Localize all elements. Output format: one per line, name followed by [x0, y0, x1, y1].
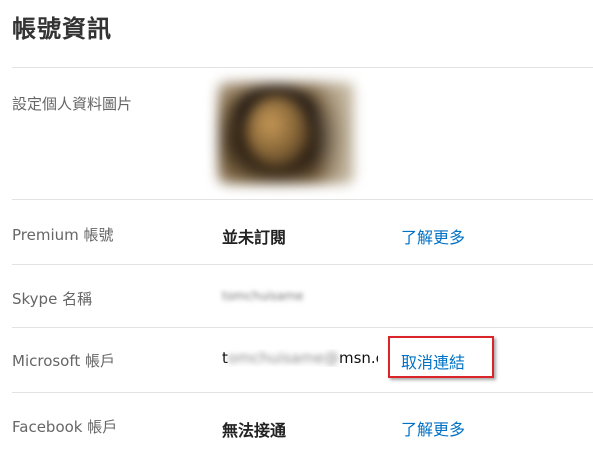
- email-blurred-part: omchuisame@: [227, 349, 339, 367]
- divider: [12, 67, 593, 68]
- facebook-learn-more-link[interactable]: 了解更多: [401, 416, 465, 440]
- page-title: 帳號資訊: [12, 15, 112, 43]
- divider: [12, 264, 593, 265]
- premium-account-label: Premium 帳號: [12, 226, 114, 244]
- divider: [12, 199, 593, 200]
- skype-name-value: tomchuisame: [222, 289, 304, 303]
- email-suffix: msn.co: [338, 349, 378, 367]
- skype-name-label: Skype 名稱: [12, 290, 93, 308]
- microsoft-account-email: tomchuisame@msn.co: [222, 349, 378, 367]
- microsoft-account-label: Microsoft 帳戶: [12, 352, 116, 370]
- facebook-account-label: Facebook 帳戶: [12, 418, 118, 436]
- premium-learn-more-link[interactable]: 了解更多: [401, 224, 465, 248]
- facebook-account-status: 無法接通: [222, 421, 287, 440]
- account-info-page: 帳號資訊 設定個人資料圖片 Premium 帳號 並未訂閱 了解更多 Skype…: [0, 0, 593, 469]
- premium-account-status: 並未訂閱: [222, 228, 287, 247]
- profile-picture-avatar[interactable]: [218, 82, 354, 184]
- divider: [12, 327, 593, 328]
- highlight-annotation-box: [388, 336, 494, 378]
- profile-picture-label: 設定個人資料圖片: [12, 95, 133, 113]
- divider: [12, 392, 593, 393]
